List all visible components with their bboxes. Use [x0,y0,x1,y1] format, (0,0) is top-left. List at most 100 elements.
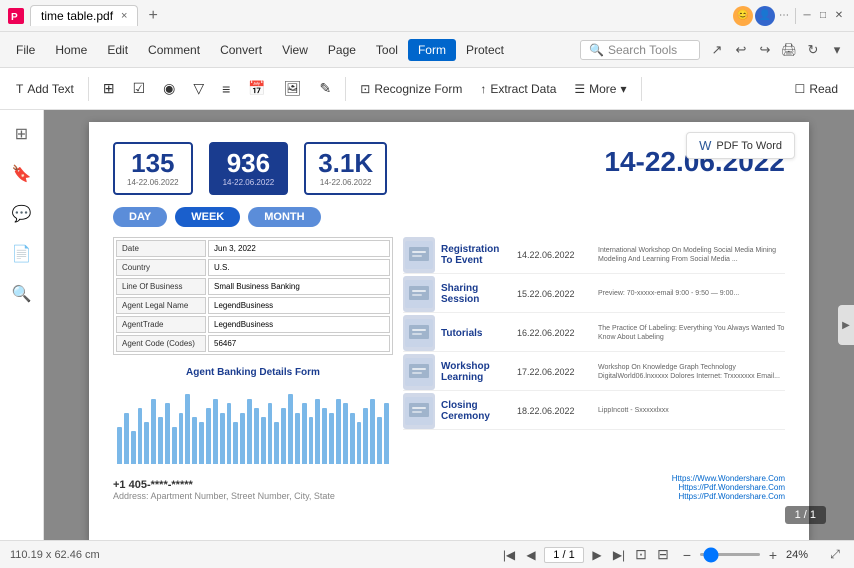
recognize-icon: ⊡ [360,82,370,96]
dropdown-field-button[interactable]: ▽ [185,76,212,101]
form-label: Country [116,259,206,276]
close-window-button[interactable]: ✕ [832,9,846,23]
chart-bar [274,422,279,464]
checkbox-button[interactable]: ☑ [125,76,154,101]
side-panel: ⊞ 🔖 💬 📄 🔍 [0,110,44,540]
fit-page-button[interactable]: ⊟ [654,546,672,564]
file-tab[interactable]: time table.pdf × [30,5,138,26]
last-page-button[interactable]: ▶| [610,546,628,564]
main-area: ⊞ 🔖 💬 📄 🔍 ◀ W PDF To Word 135 14-22.06.2… [0,110,854,540]
sidebar-item-pages[interactable]: 📄 [6,238,38,270]
document-area: W PDF To Word 135 14-22.06.2022 936 14-2… [44,110,854,540]
menu-file[interactable]: File [6,39,45,61]
overflow-menu-button[interactable]: ⋯ [777,9,791,23]
chart-bar [336,399,341,464]
sidebar-item-search[interactable]: 🔍 [6,278,38,310]
zoom-slider[interactable] [700,553,760,556]
agent-form-table: DateJun 3, 2022 CountryU.S. Line Of Busine… [113,237,393,355]
chart-bar [131,431,136,464]
page-number-input[interactable] [544,547,584,563]
next-page-button[interactable]: ▶ [588,546,606,564]
minimize-button[interactable]: ─ [800,9,814,23]
fields-button[interactable]: ⊞ [95,76,123,101]
image-field-button[interactable]: 🖼 [276,76,310,101]
chart-bar [357,422,362,464]
sign-field-button[interactable]: ✎ [312,76,340,101]
list-field-button[interactable]: ≡ [214,77,238,101]
more-button[interactable]: ☰ More ▾ [566,78,634,100]
menu-view[interactable]: View [272,39,318,61]
period-week-button[interactable]: WEEK [175,207,240,227]
recognize-form-button[interactable]: ⊡ Recognize Form [352,78,470,100]
fields-icon: ⊞ [103,80,115,97]
document-page: W PDF To Word 135 14-22.06.2022 936 14-2… [89,122,809,540]
redo-button[interactable]: ↪ [754,39,776,61]
profile-avatar-2[interactable]: 👤 [755,6,775,26]
form-table-row: DateJun 3, 2022 [116,240,390,257]
full-screen-button[interactable]: ⤢ [826,546,844,564]
menu-edit[interactable]: Edit [97,39,138,61]
schedule-image [403,276,435,312]
menu-form[interactable]: Form [408,39,456,61]
collapse-right-button[interactable]: ▶ [838,305,854,345]
sidebar-item-bookmarks[interactable]: 🔖 [6,158,38,190]
new-tab-button[interactable]: + [142,7,163,25]
schedule-name: Tutorials [441,315,511,351]
share-button[interactable]: ↗ [706,39,728,61]
form-toolbar: T Add Text ⊞ ☑ ◉ ▽ ≡ 📅 🖼 ✎ ⊡ Recognize F… [0,68,854,110]
undo-button[interactable]: ↩ [730,39,752,61]
sidebar-item-thumbnails[interactable]: ⊞ [6,118,38,150]
dropdown-arrow[interactable]: ▾ [826,39,848,61]
first-page-button[interactable]: |◀ [500,546,518,564]
checkbox-icon: ☑ [133,80,146,97]
chart-bar [377,417,382,464]
zoom-in-button[interactable]: + [764,546,782,564]
url-item: Https://Pdf.Wondershare.Com [672,492,785,501]
prev-page-button[interactable]: ◀ [522,546,540,564]
chart-bar [384,403,389,464]
add-text-button[interactable]: T Add Text [8,78,82,100]
radio-button[interactable]: ◉ [155,76,183,101]
maximize-button[interactable]: □ [816,9,830,23]
menu-convert[interactable]: Convert [210,39,272,61]
pdf-to-word-button[interactable]: W PDF To Word [686,132,795,159]
schedule-date: 14.22.06.2022 [517,237,592,273]
menu-protect[interactable]: Protect [456,39,514,61]
schedule-image [403,315,435,351]
chart-bar [254,408,259,464]
chart-bar [322,408,327,464]
stat-date-month: 14-22.06.2022 [318,178,373,187]
extract-data-button[interactable]: ↑ Extract Data [472,78,564,100]
chart-bar [268,403,273,464]
search-tools-input[interactable]: 🔍 Search Tools [580,40,700,60]
divider-1 [88,77,89,101]
form-label: Line Of Business [116,278,206,295]
date-field-button[interactable]: 📅 [240,76,273,101]
schedule-row: Tutorials 16.22.06.2022 The Practice Of … [403,315,785,352]
fit-width-button[interactable]: ⊡ [632,546,650,564]
profile-avatar-1[interactable]: 😊 [733,6,753,26]
form-label: Date [116,240,206,257]
form-table-row: CountryU.S. [116,259,390,276]
menu-page[interactable]: Page [318,39,366,61]
close-tab-button[interactable]: × [121,10,127,22]
form-table-row: Agent Code (Codes)56467 [116,335,390,352]
chart-area [113,384,393,464]
schedule-image [403,393,435,429]
chart-bar [151,399,156,464]
divider-2 [345,77,346,101]
menu-tool[interactable]: Tool [366,39,408,61]
read-button[interactable]: ☐ Read [787,78,846,100]
menu-home[interactable]: Home [45,39,97,61]
print-button[interactable]: 🖨 [778,39,800,61]
schedule-name: Workshop Learning [441,354,511,390]
navigation-controls: |◀ ◀ ▶ ▶| ⊡ ⊟ [500,546,672,564]
zoom-out-button[interactable]: − [678,546,696,564]
sidebar-item-comments[interactable]: 💬 [6,198,38,230]
period-month-button[interactable]: MONTH [248,207,320,227]
refresh-button[interactable]: ↻ [802,39,824,61]
menu-comment[interactable]: Comment [138,39,210,61]
form-value: LegendBusiness [208,316,390,333]
form-panel: DateJun 3, 2022 CountryU.S. Line Of Busine… [113,237,393,464]
period-day-button[interactable]: DAY [113,207,167,227]
